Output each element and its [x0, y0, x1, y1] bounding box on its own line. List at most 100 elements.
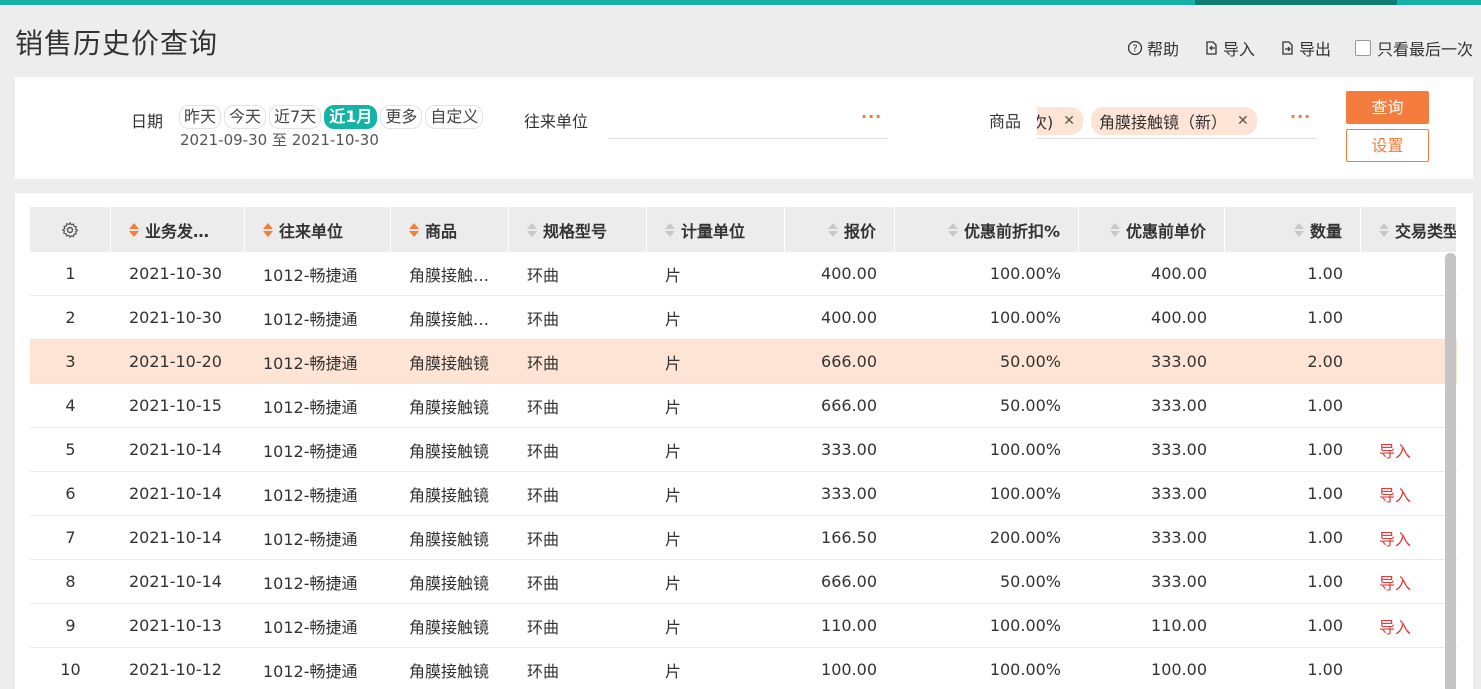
- row-trade-type[interactable]: 导入: [1361, 472, 1457, 515]
- table-row[interactable]: 9 2021-10-13 1012-畅捷通 角膜接触镜 环曲 片 110.00 100.00%…: [30, 604, 1457, 648]
- row-trade-type[interactable]: [1361, 648, 1457, 689]
- column-header-quantity[interactable]: 数量: [1225, 207, 1361, 252]
- row-discount: 200.00%: [989, 528, 1061, 547]
- row-spec: 环曲: [527, 309, 560, 329]
- row-price: 666.00: [821, 352, 877, 371]
- row-partner: 1012-畅捷通: [263, 397, 358, 417]
- product-tag-input[interactable]: 次)✕ 角膜接触镜（新）✕: [1037, 103, 1317, 139]
- table-row[interactable]: 5 2021-10-14 1012-畅捷通 角膜接触镜 环曲 片 333.00 100.00%…: [30, 428, 1457, 472]
- help-button[interactable]: ? 帮助: [1127, 36, 1179, 60]
- row-unit: 片: [665, 661, 682, 681]
- sort-icon: [947, 222, 958, 238]
- row-quantity: 1.00: [1307, 660, 1343, 679]
- row-trade-type[interactable]: [1361, 296, 1457, 339]
- chip-more[interactable]: 更多: [380, 105, 423, 129]
- date-range: 2021-09-30 至 2021-10-30: [180, 131, 379, 149]
- row-spec: 环曲: [527, 573, 560, 593]
- table-row[interactable]: 6 2021-10-14 1012-畅捷通 角膜接触镜 环曲 片 333.00 100.00%…: [30, 472, 1457, 516]
- chip-7days[interactable]: 近7天: [269, 105, 322, 129]
- partner-input[interactable]: [609, 109, 887, 139]
- top-actions: ? 帮助 导入 导出 只看最后一次: [1103, 36, 1473, 60]
- column-header-price[interactable]: 报价: [785, 207, 895, 252]
- chip-1month[interactable]: 近1月: [324, 105, 378, 129]
- close-icon[interactable]: ✕: [1237, 113, 1249, 129]
- chip-yesterday[interactable]: 昨天: [179, 105, 222, 129]
- table-row[interactable]: 4 2021-10-15 1012-畅捷通 角膜接触镜 环曲 片 666.00 50.00% 3…: [30, 384, 1457, 428]
- row-price: 110.00: [821, 616, 877, 635]
- column-header-product[interactable]: 商品: [391, 207, 509, 252]
- row-partner: 1012-畅捷通: [263, 309, 358, 329]
- row-price: 666.00: [821, 396, 877, 415]
- help-icon: ?: [1127, 40, 1143, 56]
- import-button[interactable]: 导入: [1203, 36, 1255, 60]
- row-unit-price: 333.00: [1151, 572, 1207, 591]
- column-settings-button[interactable]: [30, 207, 111, 252]
- column-header-unit-price[interactable]: 优惠前单价: [1079, 207, 1225, 252]
- row-price: 333.00: [821, 484, 877, 503]
- page-title: 销售历史价查询: [15, 27, 219, 60]
- svg-text:?: ?: [1132, 44, 1137, 55]
- export-button[interactable]: 导出: [1279, 36, 1331, 60]
- row-index: 9: [65, 616, 76, 635]
- row-trade-type[interactable]: 导入: [1361, 428, 1457, 471]
- table-header: 业务发… 往来单位 商品 规格型号 计量单位 报价 优惠前折扣% 优惠前单价 数…: [30, 207, 1457, 252]
- table-row[interactable]: 3 2021-10-20 1012-畅捷通 角膜接触镜 环曲 片 666.00 50.00% 3…: [30, 340, 1457, 384]
- date-label: 日期: [131, 112, 164, 131]
- row-date: 2021-10-30: [129, 264, 222, 283]
- table-row[interactable]: 1 2021-10-30 1012-畅捷通 角膜接触… 环曲 片 400.00 100.00%…: [30, 252, 1457, 296]
- row-trade-type[interactable]: 导入: [1361, 560, 1457, 603]
- row-discount: 100.00%: [989, 264, 1061, 283]
- row-discount: 100.00%: [989, 660, 1061, 679]
- last-only-checkbox[interactable]: [1354, 40, 1371, 56]
- partner-label: 往来单位: [524, 112, 589, 131]
- row-unit: 片: [665, 309, 682, 329]
- close-icon[interactable]: ✕: [1063, 113, 1075, 129]
- row-product: 角膜接触…: [409, 265, 490, 285]
- column-header-unit[interactable]: 计量单位: [647, 207, 785, 252]
- chip-today[interactable]: 今天: [224, 105, 267, 129]
- partner-more-button[interactable]: ···: [861, 107, 882, 126]
- row-unit-price: 100.00: [1151, 660, 1207, 679]
- row-spec: 环曲: [527, 617, 560, 637]
- product-label: 商品: [989, 112, 1022, 131]
- row-date: 2021-10-14: [129, 528, 222, 547]
- history-price-table: 业务发… 往来单位 商品 规格型号 计量单位 报价 优惠前折扣% 优惠前单价 数…: [30, 207, 1457, 689]
- chip-custom[interactable]: 自定义: [425, 105, 484, 129]
- row-product: 角膜接触镜: [409, 441, 490, 461]
- table-row[interactable]: 8 2021-10-14 1012-畅捷通 角膜接触镜 环曲 片 666.00 50.00% 3…: [30, 560, 1457, 604]
- product-tag[interactable]: 次)✕: [1037, 106, 1083, 135]
- row-partner: 1012-畅捷通: [263, 265, 358, 285]
- top-accent-bar: [0, 0, 1481, 5]
- column-header-partner[interactable]: 往来单位: [245, 207, 391, 252]
- settings-button[interactable]: 设置: [1346, 129, 1429, 162]
- row-unit-price: 110.00: [1151, 616, 1207, 635]
- column-header-date[interactable]: 业务发…: [111, 207, 245, 252]
- row-trade-type[interactable]: 导入: [1361, 604, 1457, 647]
- row-index: 2: [65, 308, 76, 327]
- last-only-toggle[interactable]: 只看最后一次: [1354, 36, 1473, 60]
- row-trade-type[interactable]: [1361, 340, 1457, 383]
- sort-icon: [827, 222, 838, 238]
- table-row[interactable]: 7 2021-10-14 1012-畅捷通 角膜接触镜 环曲 片 166.50 200.00%…: [30, 516, 1457, 560]
- row-product: 角膜接触镜: [409, 617, 490, 637]
- top-accent-bar-highlight: [1195, 0, 1397, 5]
- row-quantity: 1.00: [1307, 572, 1343, 591]
- row-price: 166.50: [821, 528, 877, 547]
- row-partner: 1012-畅捷通: [263, 573, 358, 593]
- table-scrollbar[interactable]: [1445, 253, 1456, 689]
- column-header-spec[interactable]: 规格型号: [509, 207, 647, 252]
- column-header-trade-type[interactable]: 交易类型: [1361, 207, 1457, 252]
- row-trade-type[interactable]: [1361, 384, 1457, 427]
- row-trade-type[interactable]: 导入: [1361, 516, 1457, 559]
- row-trade-type[interactable]: [1361, 252, 1457, 295]
- query-button[interactable]: 查询: [1346, 91, 1429, 124]
- row-date: 2021-10-13: [129, 616, 222, 635]
- product-more-button[interactable]: ···: [1290, 107, 1311, 126]
- column-header-discount[interactable]: 优惠前折扣%: [895, 207, 1079, 252]
- table-row[interactable]: 10 2021-10-12 1012-畅捷通 角膜接触镜 环曲 片 100.00 100.00…: [30, 648, 1457, 689]
- table-row[interactable]: 2 2021-10-30 1012-畅捷通 角膜接触… 环曲 片 400.00 100.00%…: [30, 296, 1457, 340]
- row-price: 400.00: [821, 308, 877, 327]
- row-unit-price: 333.00: [1151, 484, 1207, 503]
- row-partner: 1012-畅捷通: [263, 485, 358, 505]
- product-tag[interactable]: 角膜接触镜（新） ✕: [1090, 106, 1257, 135]
